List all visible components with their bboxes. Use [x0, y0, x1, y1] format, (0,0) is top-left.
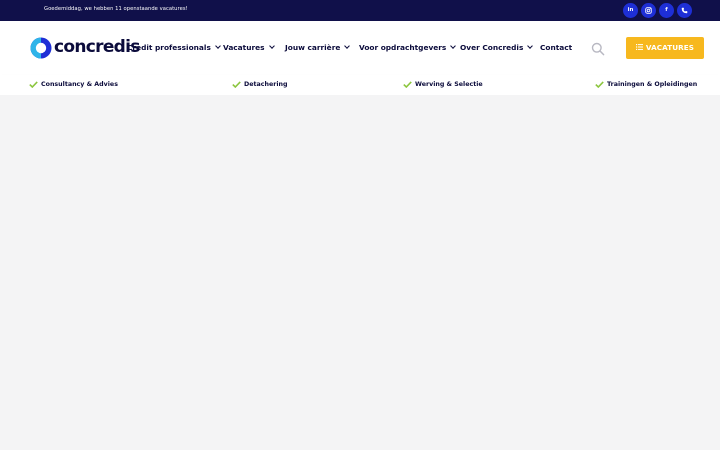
facebook-icon: f [665, 7, 668, 13]
usp-item: Consultancy & Advies [29, 80, 118, 90]
cta-label: VACATURES [645, 43, 695, 52]
chevron-down-icon [527, 43, 534, 49]
usp-label: Consultancy & Advies [41, 81, 118, 88]
usp-label: Trainingen & Opleidingen [607, 81, 698, 88]
facebook-button[interactable]: f [659, 3, 674, 18]
usp-item: Detachering [232, 80, 288, 90]
usp-item: Werving & Selectie [403, 80, 483, 90]
nav-voor-opdrachtgevers[interactable]: Voor opdrachtgevers [359, 43, 457, 53]
list-icon [635, 44, 643, 50]
linkedin-button[interactable]: in [623, 3, 638, 18]
instagram-icon [645, 7, 652, 14]
nav-label: Voor opdrachtgevers [359, 43, 447, 52]
nav-label: Contact [540, 43, 573, 52]
chevron-down-icon [450, 43, 457, 49]
checkmark-icon [232, 81, 241, 88]
nav-label: Jouw carrière [285, 43, 341, 52]
nav-label: Credit professionals [127, 43, 211, 52]
chevron-down-icon [344, 43, 351, 49]
checkmark-icon [29, 81, 38, 88]
top-bar: Goedemiddag, we hebben 11 openstaande va… [0, 0, 720, 21]
checkmark-icon [595, 81, 604, 88]
nav-contact[interactable]: Contact [540, 43, 572, 53]
linkedin-icon: in [627, 7, 634, 13]
phone-button[interactable] [677, 3, 692, 18]
logo-mark-icon [30, 37, 52, 59]
nav-vacatures[interactable]: Vacatures [223, 43, 275, 53]
nav-over-concredis[interactable]: Over Concredis [460, 43, 534, 53]
nav-label: Vacatures [223, 43, 265, 52]
greeting-message: Goedemiddag, we hebben 11 openstaande va… [44, 6, 188, 12]
usp-label: Werving & Selectie [415, 81, 483, 88]
chevron-down-icon [215, 43, 221, 49]
nav-label: Over Concredis [460, 43, 524, 52]
vacatures-cta-button[interactable]: VACATURES [626, 37, 704, 59]
chevron-down-icon [268, 43, 275, 49]
search-icon [591, 42, 605, 56]
concredis-logo[interactable]: concredis [30, 36, 140, 60]
instagram-button[interactable] [641, 3, 656, 18]
phone-icon [681, 7, 688, 14]
usp-bar: Consultancy & Advies Detachering Werving… [0, 75, 720, 95]
usp-item: Trainingen & Opleidingen [595, 80, 698, 90]
main-content-area [0, 95, 720, 450]
main-header: concredis Credit professionals Vacatures… [0, 21, 720, 75]
checkmark-icon [403, 81, 412, 88]
nav-credit-professionals[interactable]: Credit professionals [127, 43, 221, 53]
usp-label: Detachering [244, 81, 288, 88]
search-button[interactable] [591, 41, 605, 56]
nav-jouw-carriere[interactable]: Jouw carrière [285, 43, 351, 53]
